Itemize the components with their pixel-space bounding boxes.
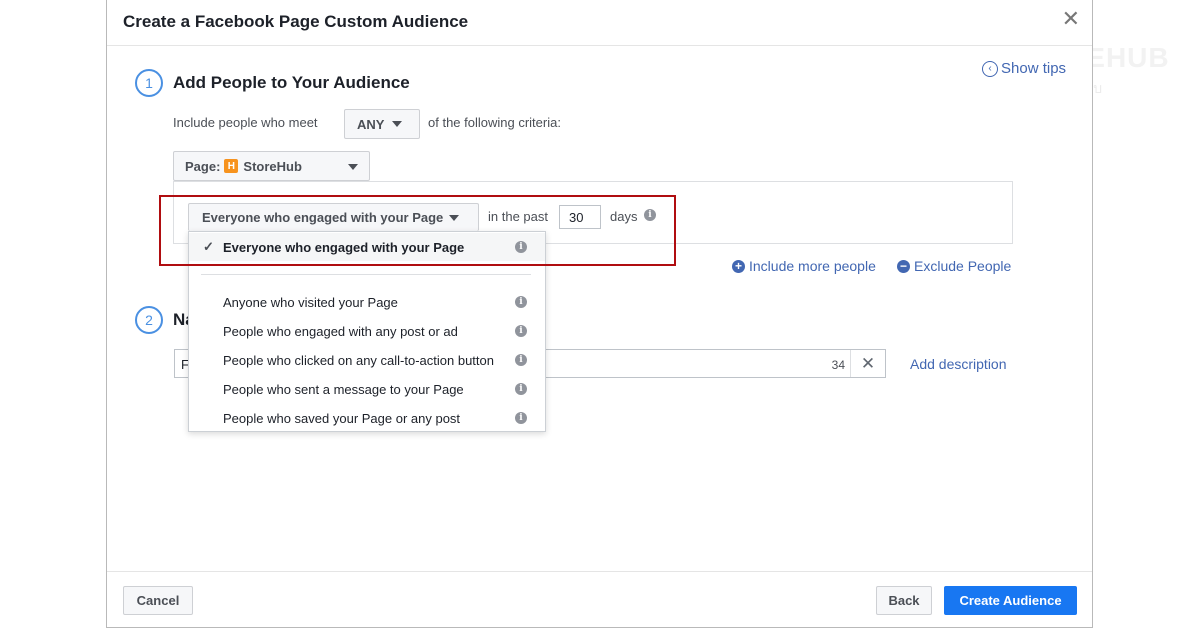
dropdown-item-label: People who clicked on any call-to-action…	[223, 352, 494, 368]
info-icon[interactable]: i	[515, 412, 527, 424]
page-prefix: Page:	[185, 158, 221, 174]
create-audience-button[interactable]: Create Audience	[944, 586, 1077, 615]
include-prefix: Include people who meet	[173, 115, 318, 130]
step-1-title: Add People to Your Audience	[173, 73, 410, 92]
minus-circle-icon: −	[897, 259, 910, 273]
dropdown-item-label: People who saved your Page or any post	[223, 410, 461, 426]
include-more-people-link[interactable]: + Include more people	[732, 258, 876, 274]
show-tips-link[interactable]: ‹ Show tips	[982, 60, 1066, 77]
info-icon[interactable]: i	[515, 325, 527, 337]
dropdown-item[interactable]: Anyone who visited your Page i	[189, 288, 545, 316]
step-2-badge: 2	[135, 306, 163, 334]
caret-down-icon	[348, 164, 358, 170]
dialog-footer: Cancel Back Create Audience	[107, 571, 1092, 628]
step-1-badge: 1	[135, 69, 163, 97]
dropdown-item[interactable]: People who saved your Page or any post i	[189, 404, 545, 432]
cancel-button[interactable]: Cancel	[123, 586, 193, 615]
back-button[interactable]: Back	[876, 586, 932, 615]
plus-circle-icon: +	[732, 259, 745, 273]
storehub-logo-icon: H	[224, 159, 239, 173]
info-icon[interactable]: i	[515, 296, 527, 308]
dropdown-item[interactable]: People who engaged with any post or ad i	[189, 317, 545, 345]
caret-down-icon	[392, 121, 403, 127]
exclude-people-link[interactable]: − Exclude People	[897, 258, 1011, 274]
info-icon[interactable]: i	[515, 354, 527, 366]
show-tips-label: Show tips	[1001, 60, 1067, 77]
chevron-left-icon: ‹	[982, 60, 998, 77]
exclude-label: Exclude People	[914, 258, 1012, 274]
dropdown-item-label: People who sent a message to your Page	[223, 381, 464, 397]
dropdown-separator	[201, 274, 531, 275]
match-any-label: ANY	[357, 116, 385, 132]
dropdown-item-label: People who engaged with any post or ad	[223, 323, 458, 339]
include-suffix: of the following criteria:	[428, 115, 561, 130]
match-any-select[interactable]: ANY	[344, 109, 420, 139]
dialog-header: Create a Facebook Page Custom Audience ✕	[107, 0, 1092, 46]
dialog-title: Create a Facebook Page Custom Audience	[123, 12, 469, 31]
include-more-label: Include more people	[749, 258, 876, 274]
highlight-annotation	[159, 195, 676, 266]
close-icon[interactable]: ✕	[1062, 8, 1080, 30]
page-name: StoreHub	[243, 158, 302, 174]
dropdown-item[interactable]: People who clicked on any call-to-action…	[189, 346, 545, 374]
custom-audience-dialog: Create a Facebook Page Custom Audience ✕…	[106, 0, 1093, 628]
dropdown-item-label: Anyone who visited your Page	[223, 294, 398, 310]
page-select[interactable]: Page: H StoreHub	[173, 151, 370, 181]
char-count: 34	[831, 358, 845, 372]
screen: STOREHUB สโตร์ฮับ Create a Facebook Page…	[0, 0, 1200, 628]
info-icon[interactable]: i	[515, 383, 527, 395]
dropdown-item[interactable]: People who sent a message to your Page i	[189, 375, 545, 403]
clear-icon[interactable]: ✕	[850, 350, 885, 377]
add-description-link[interactable]: Add description	[910, 356, 1007, 372]
